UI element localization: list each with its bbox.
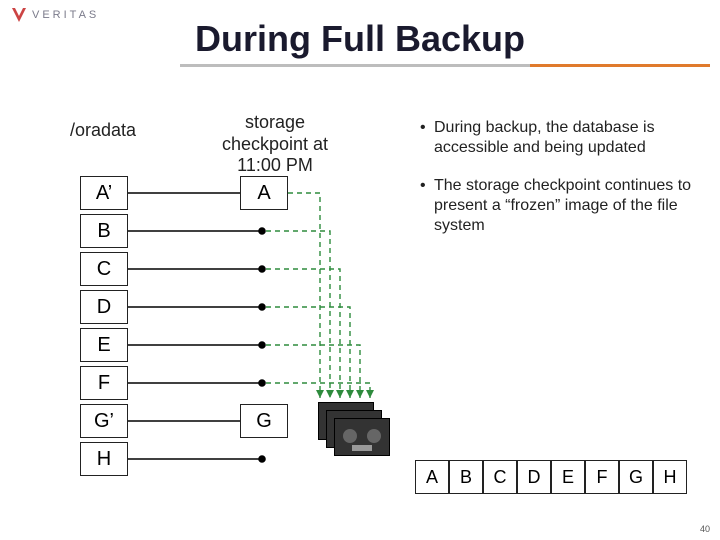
sequence-cell: A <box>415 460 449 494</box>
oradata-block: D <box>80 290 128 324</box>
sequence-cell: E <box>551 460 585 494</box>
sequence-cell: G <box>619 460 653 494</box>
bullet-item: The storage checkpoint continues to pres… <box>420 176 710 236</box>
sequence-cell: F <box>585 460 619 494</box>
oradata-label: /oradata <box>70 120 136 141</box>
oradata-block: G’ <box>80 404 128 438</box>
bullet-item: During backup, the database is accessibl… <box>420 118 710 158</box>
title-underline <box>180 64 710 67</box>
checkpoint-label: storage checkpoint at 11:00 PM <box>205 112 345 177</box>
bullet-list: During backup, the database is accessibl… <box>420 118 710 254</box>
sequence-cell: B <box>449 460 483 494</box>
sequence-row: ABCDEFGH <box>415 460 687 494</box>
tape-icon <box>334 418 390 456</box>
oradata-block: E <box>80 328 128 362</box>
checkpoint-block-G: G <box>240 404 288 438</box>
oradata-block: A’ <box>80 176 128 210</box>
sequence-cell: D <box>517 460 551 494</box>
page-number: 40 <box>700 524 710 534</box>
slide-title: During Full Backup <box>0 18 720 60</box>
oradata-block: B <box>80 214 128 248</box>
sequence-cell: H <box>653 460 687 494</box>
oradata-block: H <box>80 442 128 476</box>
oradata-block: C <box>80 252 128 286</box>
oradata-block: F <box>80 366 128 400</box>
checkpoint-block-A: A <box>240 176 288 210</box>
sequence-cell: C <box>483 460 517 494</box>
